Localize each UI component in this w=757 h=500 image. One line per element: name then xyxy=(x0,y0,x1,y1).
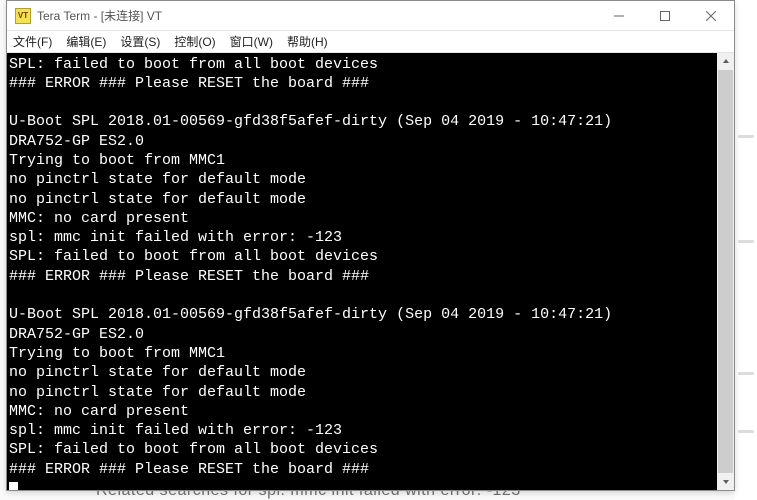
menu-setup[interactable]: 设置(S) xyxy=(120,33,160,50)
menu-window[interactable]: 窗口(W) xyxy=(230,33,273,50)
minimize-button[interactable] xyxy=(596,1,642,31)
menu-control[interactable]: 控制(O) xyxy=(174,33,215,50)
menubar: 文件(F) 编辑(E) 设置(S) 控制(O) 窗口(W) 帮助(H) xyxy=(7,31,734,53)
scroll-thumb[interactable] xyxy=(718,70,733,473)
menu-file[interactable]: 文件(F) xyxy=(13,33,52,50)
maximize-button[interactable] xyxy=(642,1,688,31)
window-title: Tera Term - [未连接] VT xyxy=(37,7,162,24)
menu-edit[interactable]: 编辑(E) xyxy=(66,33,106,50)
scroll-down-button[interactable] xyxy=(717,473,734,490)
scroll-track[interactable] xyxy=(717,70,734,473)
terminal-output[interactable]: SPL: failed to boot from all boot device… xyxy=(7,53,717,490)
close-button[interactable] xyxy=(688,1,734,31)
terminal-cursor xyxy=(9,482,18,490)
titlebar[interactable]: VT Tera Term - [未连接] VT xyxy=(7,1,734,31)
teraterm-window: VT Tera Term - [未连接] VT 文件(F) 编辑(E) 设置(S… xyxy=(6,0,735,491)
terminal-area: SPL: failed to boot from all boot device… xyxy=(7,53,734,490)
menu-help[interactable]: 帮助(H) xyxy=(287,33,328,50)
app-icon: VT xyxy=(15,8,31,24)
scroll-up-button[interactable] xyxy=(717,53,734,70)
scrollbar-vertical[interactable] xyxy=(717,53,734,490)
page-edge-strip xyxy=(735,0,757,500)
